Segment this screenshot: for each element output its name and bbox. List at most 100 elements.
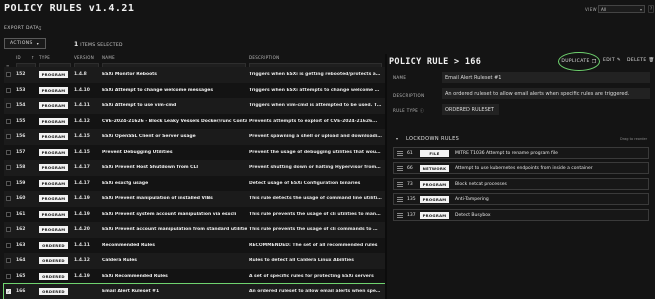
type-badge: PROGRAM — [39, 102, 68, 109]
table-row[interactable]: 152 PROGRAM 1.4.8 ESXi Monitor Reboots Trigg… — [4, 67, 385, 83]
row-checkbox[interactable] — [6, 242, 11, 248]
lockdown-rule-item[interactable]: 135 PROGRAM Anti-Tampering — [393, 193, 649, 205]
row-name: ESXi Attempt to change welcome messages — [102, 87, 214, 93]
row-version: 1.4.17 — [74, 180, 90, 186]
row-checkbox[interactable] — [6, 134, 11, 139]
chevron-down-icon: ▾ — [639, 7, 642, 12]
items-selected-text: ITEMS SELECTED — [80, 43, 123, 48]
row-version: 1.4.11 — [74, 103, 90, 108]
rule-type-field[interactable]: ORDERED RULESET — [442, 104, 499, 115]
table-header: ID ↑ TYPE VERSION NAME DESCRIPTION — [4, 54, 385, 62]
type-badge: PROGRAM — [39, 71, 68, 78]
view-select-value: All — [601, 7, 606, 12]
edit-button[interactable]: EDIT ✎ — [603, 58, 621, 63]
table-row[interactable]: 165 ORDERED 1.4.19 ESXi Recommended Rules A … — [4, 268, 385, 284]
edit-button-label: EDIT — [603, 58, 615, 63]
lockdown-rule-id: 135 — [407, 197, 416, 202]
row-checkbox[interactable] — [6, 87, 11, 93]
page-title: POLICY RULES v1.4.21 — [4, 3, 135, 14]
chevron-down-icon[interactable]: ▾ — [396, 136, 398, 141]
lockdown-rule-item[interactable]: 66 NETWORK Attempt to use kubernetes endpo… — [393, 162, 649, 174]
description-field[interactable]: An ordered ruleset to allow email alerts… — [442, 88, 650, 99]
row-checkbox[interactable] — [6, 196, 11, 201]
info-icon[interactable]: ⓘ — [420, 108, 424, 113]
row-description: Triggers when ESXi attempts to change we… — [249, 87, 382, 93]
row-id: 159 — [16, 180, 26, 186]
row-checkbox[interactable] — [6, 149, 11, 155]
row-checkbox[interactable] — [6, 72, 11, 77]
help-icon[interactable]: ? — [648, 5, 654, 13]
row-description: Prevents attempts to exploit of CVE-2024… — [249, 118, 378, 124]
row-checkbox[interactable] — [6, 273, 11, 279]
table-row[interactable]: 160 PROGRAM 1.4.19 ESXi Prevent manipulatio… — [4, 191, 385, 207]
row-name: ESXi OpenSSL Client or Server usage — [102, 134, 196, 139]
panel-breadcrumb: POLICY RULE > 166 — [389, 57, 481, 67]
view-select[interactable]: All ▾ — [598, 5, 645, 13]
column-header-id[interactable]: ID — [16, 55, 21, 60]
export-data-link[interactable]: EXPORT DATA — [4, 26, 39, 31]
actions-button[interactable]: ACTIONS ▾ — [4, 38, 46, 49]
table-row-selected[interactable]: ✓ 166 ORDERED Email Alert Ruleset #1 An orde… — [3, 283, 386, 299]
table-row[interactable]: 164 ORDERED 1.4.12 Caldera Rules Rules to de… — [4, 253, 385, 269]
table-row[interactable]: 161 PROGRAM 1.4.19 ESXi Prevent system acco… — [4, 206, 385, 222]
row-checkbox[interactable] — [6, 258, 11, 263]
type-badge: PROGRAM — [420, 196, 449, 203]
type-badge: PROGRAM — [39, 148, 68, 156]
table-row[interactable]: 154 PROGRAM 1.4.11 ESXi Attempt to use vim-… — [4, 98, 385, 114]
row-version: 1.4.19 — [74, 196, 90, 201]
column-header-version[interactable]: VERSION — [74, 55, 94, 60]
table-row[interactable]: 159 PROGRAM 1.4.17 ESXi esxcfg usage Detect … — [4, 175, 385, 191]
row-version: 1.4.17 — [74, 165, 90, 170]
type-badge: ORDERED — [39, 288, 68, 295]
row-id: 162 — [16, 227, 26, 232]
drag-handle-icon[interactable] — [397, 182, 403, 187]
column-header-name[interactable]: NAME — [102, 55, 115, 60]
drag-handle-icon[interactable] — [397, 166, 403, 171]
row-version: 1.4.20 — [74, 227, 90, 232]
row-checkbox[interactable] — [6, 227, 11, 232]
row-version: 1.4.19 — [74, 211, 90, 217]
table-row[interactable]: 153 PROGRAM 1.4.10 ESXi Attempt to change w… — [4, 82, 385, 98]
delete-button[interactable]: DELETE 🗑 — [627, 58, 655, 63]
row-version: 1.4.12 — [74, 118, 90, 124]
row-name: ESXi Prevent account manipulation from s… — [102, 227, 247, 232]
table-row[interactable]: 163 ORDERED 1.4.11 Recommended Rules RECOMME… — [4, 237, 385, 253]
type-badge: PROGRAM — [39, 164, 68, 171]
drag-handle-icon[interactable] — [397, 197, 403, 202]
row-checkbox[interactable] — [6, 103, 11, 108]
table-row[interactable]: 155 PROGRAM 1.4.12 CVE-2024-21626 - Block L… — [4, 113, 385, 129]
breadcrumb-policy-rule[interactable]: POLICY RULE — [389, 57, 449, 67]
row-description: A set of specific rules for protecting E… — [249, 273, 374, 279]
panel-resize-handle[interactable] — [385, 54, 387, 299]
column-header-description[interactable]: DESCRIPTION — [249, 55, 279, 60]
lockdown-rule-item[interactable]: 73 PROGRAM Block netcat processes — [393, 178, 649, 190]
name-field[interactable]: Email Alert Ruleset #1 — [442, 72, 650, 83]
duplicate-button[interactable]: DUPLICATE ❐ — [558, 52, 600, 71]
table-row[interactable]: 162 PROGRAM 1.4.20 ESXi Prevent account man… — [4, 222, 385, 238]
delete-button-label: DELETE — [627, 58, 647, 63]
type-badge: ORDERED — [39, 241, 68, 249]
drag-handle-icon[interactable] — [397, 213, 403, 218]
row-checkbox[interactable] — [6, 211, 11, 217]
row-id: 152 — [16, 72, 26, 77]
type-badge: FILE — [420, 150, 449, 157]
lockdown-rule-name: MITRE T1036 Attempt to rename program fi… — [455, 151, 558, 156]
chevron-down-icon: ▾ — [36, 41, 40, 46]
row-checkbox[interactable] — [6, 165, 11, 170]
lockdown-rule-item[interactable]: 61 FILE MITRE T1036 Attempt to rename prog… — [393, 147, 649, 159]
drag-handle-icon[interactable] — [397, 151, 403, 156]
download-icon[interactable]: ↧ — [38, 26, 42, 32]
lockdown-rule-item[interactable]: 137 PROGRAM Detect Busybox — [393, 209, 649, 221]
table-row[interactable]: 156 PROGRAM 1.4.15 ESXi OpenSSL Client or S… — [4, 129, 385, 145]
table-row[interactable]: 157 PROGRAM 1.4.15 Prevent Debugging Utilit… — [4, 144, 385, 160]
row-checkbox[interactable] — [6, 180, 11, 186]
items-selected-number: 1 — [74, 41, 79, 48]
row-id: 155 — [16, 118, 26, 124]
sort-asc-icon[interactable]: ↑ — [31, 55, 35, 60]
column-header-type[interactable]: TYPE — [39, 55, 50, 60]
row-checkbox[interactable] — [6, 118, 11, 124]
row-checkbox-checked[interactable]: ✓ — [6, 289, 11, 294]
lockdown-rules-heading[interactable]: LOCKDOWN RULES — [406, 136, 459, 142]
type-badge: PROGRAM — [39, 195, 68, 202]
table-row[interactable]: 158 PROGRAM 1.4.17 ESXi Prevent Host Shutdo… — [4, 160, 385, 176]
